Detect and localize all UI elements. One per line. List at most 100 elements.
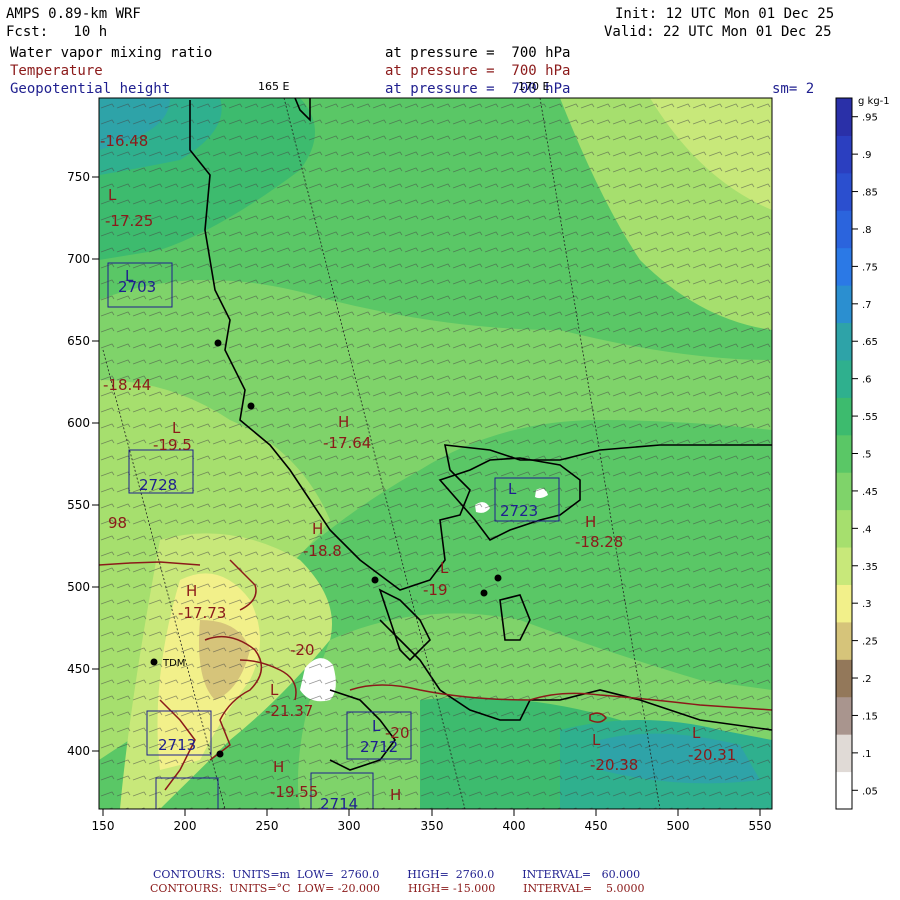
colorbar-swatch — [836, 98, 852, 136]
x-tick: 200 — [174, 819, 197, 833]
height-label: 2723 — [500, 502, 538, 520]
colorbar-label: .35 — [862, 562, 878, 573]
lon-label-165: 165 E — [258, 80, 289, 93]
colorbar-label: .25 — [862, 637, 878, 648]
colorbar-swatch — [836, 434, 852, 473]
temp-label: -18.44 — [103, 376, 151, 394]
height-label: 2712 — [360, 738, 398, 756]
y-tick: 600 — [67, 416, 90, 430]
colorbar-label: .7 — [862, 300, 872, 311]
y-tick: 700 — [67, 252, 90, 266]
colorbar-label: .75 — [862, 262, 878, 273]
y-tick: 650 — [67, 334, 90, 348]
low-marker: L — [372, 717, 381, 735]
low-marker: L — [508, 480, 517, 498]
colorbar-swatch — [836, 509, 852, 548]
temp-label: -19.5 — [153, 436, 192, 454]
x-tick: 300 — [338, 819, 361, 833]
high-marker: H — [390, 786, 401, 804]
high-marker: H — [585, 513, 596, 531]
height-label: 2728 — [139, 476, 177, 494]
footer-height-contours: CONTOURS: UNITS=m LOW= 2760.0 HIGH= 2760… — [153, 868, 641, 881]
temp-label: -17.64 — [323, 434, 371, 452]
temp-label: 98 — [108, 514, 127, 532]
colorbar-swatch — [836, 247, 852, 286]
temp-label: -18.28 — [575, 533, 623, 551]
colorbar-swatch — [836, 584, 852, 623]
low-marker: L — [108, 186, 117, 204]
temp-label: -17.25 — [105, 212, 153, 230]
longitude-labels: 165 E 170 E — [258, 80, 549, 93]
colorbar-swatch — [836, 771, 852, 810]
colorbar-swatch — [836, 397, 852, 436]
high-marker: H — [273, 758, 284, 776]
x-tick: 250 — [256, 819, 279, 833]
height-label: 2703 — [118, 278, 156, 296]
y-tick: 500 — [67, 580, 90, 594]
x-tick: 350 — [421, 819, 444, 833]
colorbar-label: .65 — [862, 337, 878, 348]
colorbar-label: .05 — [862, 786, 878, 797]
colorbar-unit: g kg-1 — [858, 96, 890, 107]
x-tick: 450 — [585, 819, 608, 833]
colorbar-swatch — [836, 659, 852, 698]
y-tick: 400 — [67, 744, 90, 758]
height-label: 2713 — [158, 736, 196, 754]
colorbar-label: .15 — [862, 711, 878, 722]
temp-label: -21.37 — [265, 702, 313, 720]
colorbar-label: .95 — [862, 113, 878, 124]
y-tick: 750 — [67, 170, 90, 184]
y-tick: 550 — [67, 498, 90, 512]
station-label: TDM — [162, 658, 185, 669]
temp-label: -18.8 — [303, 542, 342, 560]
colorbar-label: .2 — [862, 674, 872, 685]
colorbar-label: .6 — [862, 375, 872, 386]
colorbar-label: .3 — [862, 599, 872, 610]
x-tick-labels: 150 200 250 300 350 400 450 500 550 — [92, 819, 772, 833]
footer-temperature-contours: CONTOURS: UNITS=°C LOW= -20.000 HIGH= -1… — [150, 882, 645, 895]
colorbar-swatch — [836, 734, 852, 773]
low-marker: L — [270, 681, 279, 699]
colorbar-swatch — [836, 135, 852, 174]
low-marker: L — [692, 724, 701, 742]
x-tick: 550 — [749, 819, 772, 833]
temp-label: -19 — [423, 581, 448, 599]
colorbar-swatch — [836, 472, 852, 511]
colorbar-label: .9 — [862, 150, 872, 161]
low-marker: L — [125, 267, 134, 285]
colorbar: .05 .1 .15 .2 .25 .3 .35 .4 .45 .5 .55 .6 .65 .7 .75 .8… — [836, 98, 878, 810]
colorbar-swatch — [836, 322, 852, 361]
temp-label: -16.48 — [100, 132, 148, 150]
y-tick-labels: 400 450 500 550 600 650 700 750 — [67, 170, 90, 758]
low-marker: L — [172, 419, 181, 437]
x-tick: 400 — [503, 819, 526, 833]
colorbar-label: .55 — [862, 412, 878, 423]
map-canvas: 150 200 250 300 350 400 450 500 550 400 … — [67, 80, 890, 833]
y-tick: 450 — [67, 662, 90, 676]
high-marker: H — [312, 520, 323, 538]
colorbar-label: .4 — [862, 524, 872, 535]
temp-label: -20.38 — [590, 756, 638, 774]
colorbar-label: .5 — [862, 450, 872, 461]
high-marker: H — [338, 413, 349, 431]
x-tick: 150 — [92, 819, 115, 833]
colorbar-label: .1 — [862, 749, 872, 760]
lon-label-170: 170 E — [518, 80, 549, 93]
colorbar-label: .8 — [862, 225, 872, 236]
colorbar-label: .85 — [862, 188, 878, 199]
colorbar-swatch — [836, 210, 852, 249]
colorbar-swatch — [836, 621, 852, 660]
x-tick: 500 — [667, 819, 690, 833]
colorbar-swatch — [836, 696, 852, 735]
temp-label: -17.73 — [178, 604, 226, 622]
colorbar-swatch — [836, 547, 852, 585]
colorbar-swatch — [836, 359, 852, 398]
high-marker: H — [186, 582, 197, 600]
temp-label: -19.55 — [270, 783, 318, 801]
colorbar-swatch — [836, 172, 852, 211]
colorbar-swatch — [836, 285, 852, 324]
colorbar-label: .45 — [862, 487, 878, 498]
temp-label: -20 — [290, 641, 315, 659]
low-marker: L — [440, 559, 449, 577]
temp-label: -20.31 — [688, 746, 736, 764]
